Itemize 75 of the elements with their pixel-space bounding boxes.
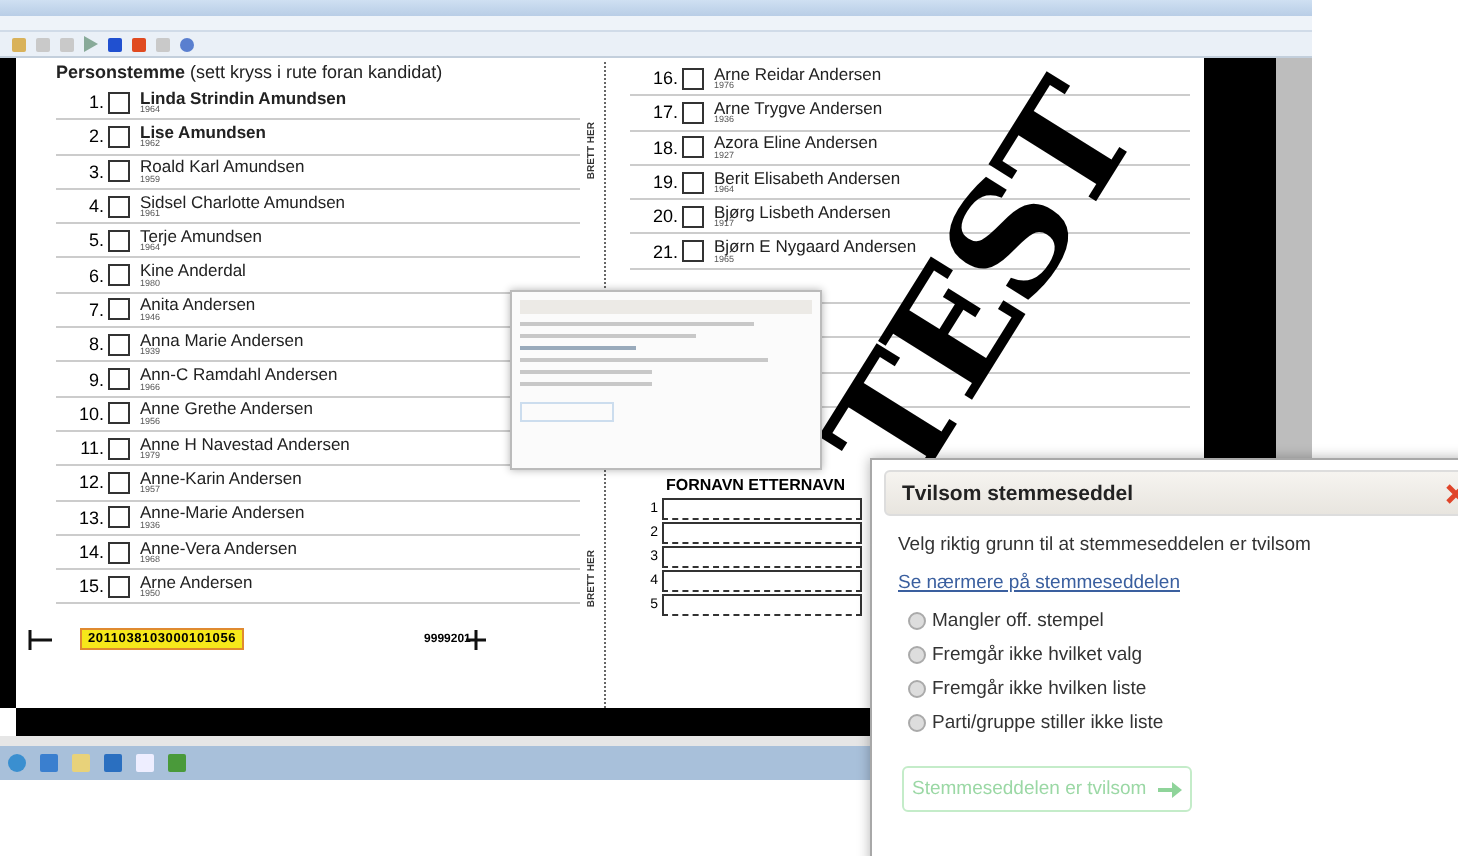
candidate-number: 18. — [650, 137, 678, 158]
candidate-number: 16. — [650, 68, 678, 89]
radio-button[interactable] — [908, 646, 926, 664]
candidate-name: Ann-C Ramdahl Andersen — [140, 366, 338, 384]
registration-mark-icon — [28, 629, 52, 650]
checkbox[interactable] — [108, 402, 130, 425]
checkbox[interactable] — [682, 240, 704, 263]
candidate-number: 20. — [650, 206, 678, 227]
checkbox[interactable] — [108, 333, 130, 356]
checkbox[interactable] — [108, 125, 130, 148]
candidate-name: Anita Andersen — [140, 296, 256, 314]
candidate-name: Anne-Marie Andersen — [140, 504, 305, 522]
option-label[interactable]: Parti/gruppe stiller ikke liste — [932, 712, 1164, 734]
candidate-number: 7. — [86, 299, 104, 320]
candidate-name: Anne H Navestad Andersen — [140, 435, 350, 453]
checkbox[interactable] — [682, 171, 704, 194]
candidate-number: 13. — [76, 507, 104, 528]
candidate-number: 10. — [76, 403, 104, 424]
option-label[interactable]: Fremgår ikke hvilken liste — [932, 678, 1147, 700]
candidate-number: 21. — [650, 241, 678, 262]
candidate-name: Anne-Vera Andersen — [140, 539, 297, 556]
candidate-name: Terje Amundsen — [140, 227, 262, 245]
view-ballot-link[interactable]: Se nærmere på stemmeseddelen — [884, 572, 1180, 594]
checkbox[interactable] — [682, 101, 704, 124]
candidate-name: Sidsel Charlotte Amundsen — [140, 193, 346, 211]
checkbox[interactable] — [108, 437, 130, 460]
candidate-number: 6. — [86, 265, 104, 286]
option-label[interactable]: Mangler off. stempel — [932, 610, 1104, 632]
checkbox[interactable] — [108, 368, 130, 391]
candidate-name: Kine Anderdal — [140, 262, 246, 280]
ballot-heading: Personstemme (sett kryss i rute foran kandidat) — [56, 62, 445, 86]
candidate-number: 11. — [78, 438, 104, 459]
candidate-number: 1. — [86, 92, 104, 113]
radio-button[interactable] — [908, 714, 926, 732]
candidate-name: Roald Karl Amundsen — [140, 158, 305, 176]
candidate-name: Lise Amundsen — [140, 123, 266, 141]
radio-button[interactable] — [908, 612, 926, 630]
checkbox[interactable] — [682, 205, 704, 228]
option-label[interactable]: Fremgår ikke hvilket valg — [932, 644, 1143, 666]
candidate-name: Linda Strindin Amundsen — [140, 89, 347, 107]
write-in-heading: FORNAVN ETTERNAVN — [666, 475, 845, 494]
candidate-number: 19. — [650, 172, 678, 193]
checkbox[interactable] — [682, 136, 704, 159]
checkbox[interactable] — [108, 229, 130, 252]
candidate-number: 15. — [76, 576, 104, 597]
stop-icon[interactable] — [108, 37, 122, 51]
checkbox[interactable] — [108, 91, 130, 114]
start-icon[interactable] — [8, 754, 26, 772]
candidate-number: 2. — [86, 126, 104, 147]
checkbox[interactable] — [108, 506, 130, 529]
candidate-name: Anne Grethe Andersen — [140, 400, 313, 418]
candidate-number: 4. — [86, 196, 104, 217]
candidate-number: 5. — [86, 230, 104, 251]
checkbox[interactable] — [682, 67, 704, 90]
checkbox[interactable] — [108, 298, 130, 321]
checkbox[interactable] — [108, 264, 130, 287]
candidate-number: 3. — [86, 161, 104, 182]
record-icon[interactable] — [132, 37, 146, 51]
candidate-number: 9. — [86, 369, 104, 390]
arrow-icon — [1158, 781, 1183, 797]
dialog-title: Tvilsom stemmeseddel — [902, 481, 1134, 505]
checkbox[interactable] — [108, 195, 130, 218]
candidate-number: 8. — [86, 334, 104, 355]
radio-button[interactable] — [908, 680, 926, 698]
candidate-name: Anna Marie Andersen — [140, 331, 304, 349]
candidate-name: Arne Andersen — [140, 573, 253, 591]
candidate-name: Anne-Karin Andersen — [140, 469, 302, 487]
checkbox[interactable] — [108, 160, 130, 183]
candidate-number: 17. — [650, 102, 678, 123]
candidate-number: 14. — [76, 542, 104, 562]
candidate-number: 12. — [76, 472, 104, 493]
dialog-prompt: Velg riktig grunn til at stemmeseddelen er tvilsom — [896, 534, 1313, 556]
checkbox[interactable] — [108, 541, 130, 563]
checkbox[interactable] — [108, 471, 130, 494]
checkbox[interactable] — [108, 575, 130, 598]
